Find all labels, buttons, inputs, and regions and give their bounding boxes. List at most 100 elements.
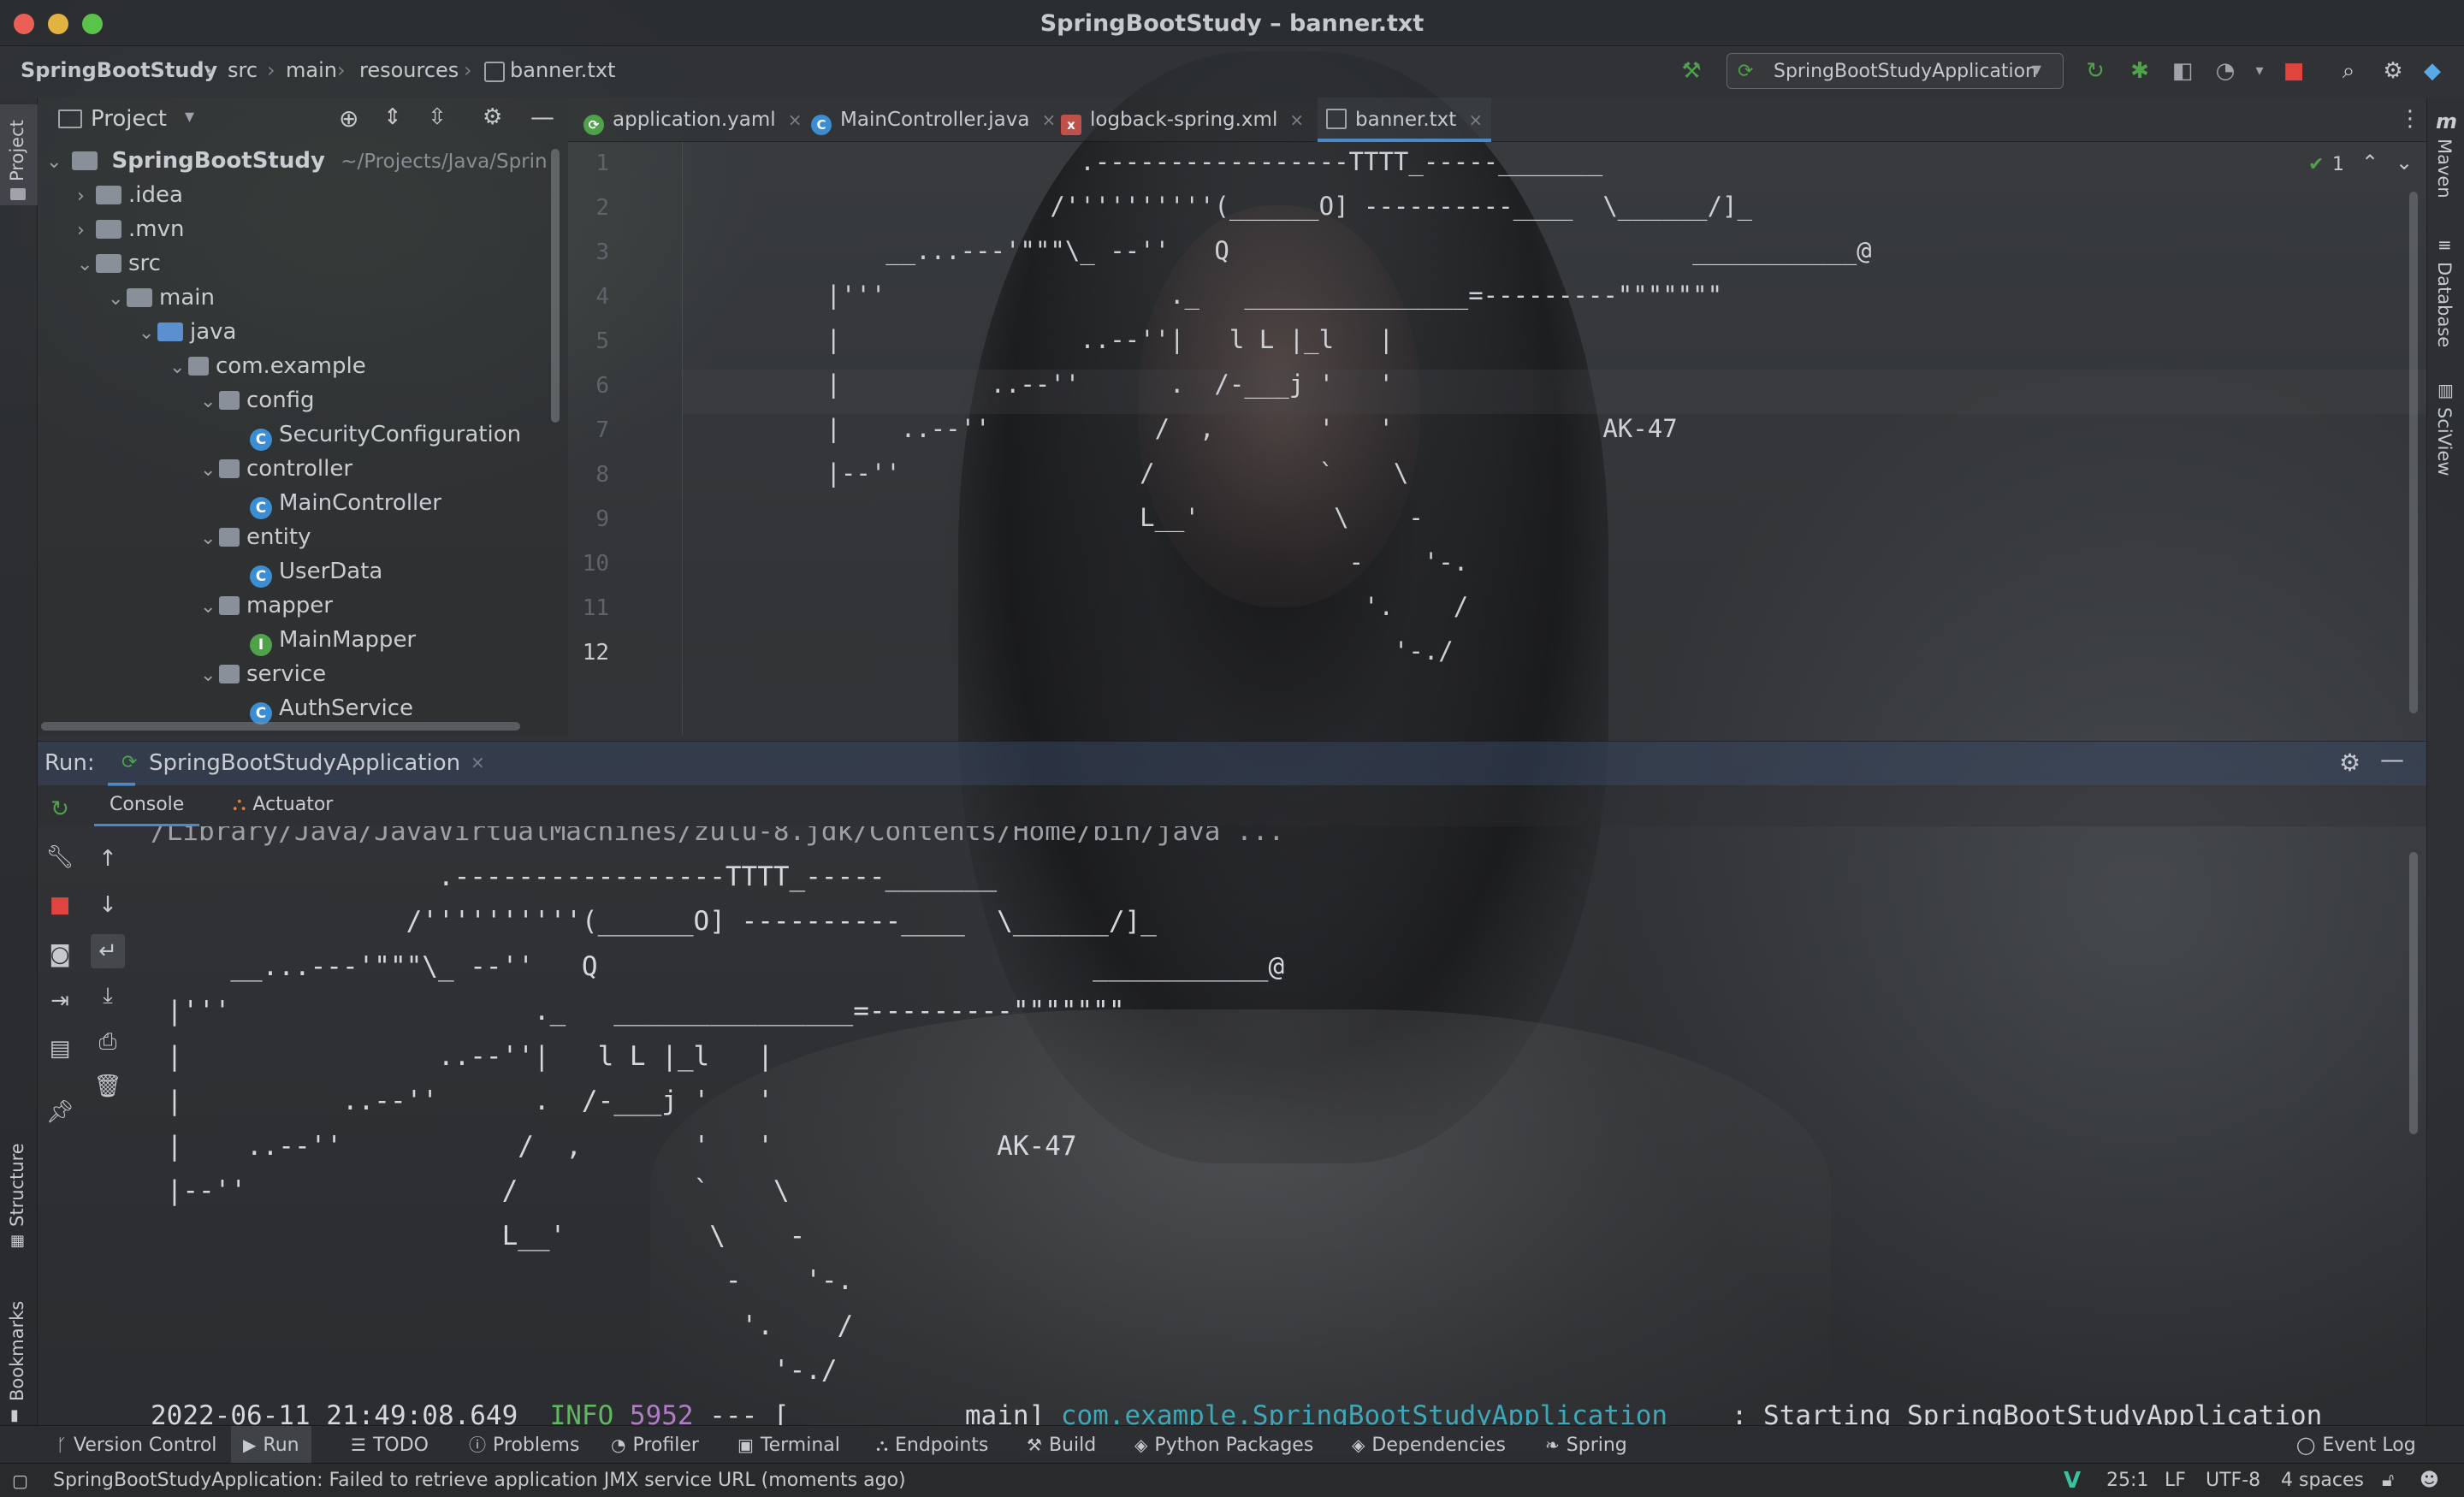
search-icon[interactable]: ⌕ (2334, 56, 2363, 86)
breadcrumb-file[interactable]: banner.txt (510, 58, 615, 82)
close-tab-icon[interactable]: × (1289, 109, 1304, 130)
tree-item[interactable]: ⌄ java (139, 315, 236, 349)
tree-item[interactable]: ⌄ config (200, 383, 315, 417)
layout-icon[interactable]: ▤ (43, 1032, 77, 1066)
tool-button-dependencies[interactable]: ◈ Dependencies (1352, 1426, 1506, 1464)
lock-icon[interactable]: 🔓︎ (2382, 1464, 2394, 1497)
event-log-button[interactable]: ◯ Event Log (2296, 1426, 2416, 1464)
settings-gear-icon[interactable]: ⚙ (483, 104, 502, 130)
indent-setting[interactable]: 4 spaces (2281, 1464, 2364, 1497)
file-encoding[interactable]: UTF-8 (2206, 1464, 2260, 1497)
breadcrumb-project[interactable]: SpringBootStudy (21, 58, 217, 82)
locate-file-icon[interactable]: ⊕ (339, 104, 358, 133)
jetbrains-logo-icon[interactable]: ◆ (2418, 56, 2447, 86)
rerun-icon[interactable]: ↻ (43, 792, 77, 826)
soft-wrap-icon[interactable]: ↵ (91, 934, 125, 968)
cursor-position[interactable]: 25:1 (2106, 1464, 2148, 1497)
tab-banner-txt[interactable]: banner.txt × (1318, 98, 1492, 142)
clear-all-trash-icon[interactable]: 🗑︎ (91, 1069, 125, 1104)
tab-actions-more-icon[interactable]: ⋮ (2399, 106, 2421, 132)
tab-logback-spring[interactable]: x logback-spring.xml × (1061, 98, 1304, 142)
rerun-icon[interactable]: ↻ (2081, 56, 2110, 86)
project-horizontal-scrollbar[interactable] (41, 722, 520, 731)
bookmarks-tool-button[interactable]: Bookmarks ▮ (0, 1278, 38, 1424)
structure-tool-button[interactable]: Structure ▦ (0, 1121, 38, 1250)
tool-button-terminal[interactable]: ▣ Terminal (737, 1426, 840, 1464)
hide-panel-icon[interactable]: — (530, 103, 554, 131)
debug-bug-icon[interactable]: ✱ (2125, 56, 2154, 86)
breadcrumb-main[interactable]: main (286, 58, 337, 82)
tree-item[interactable]: C AuthService (231, 691, 413, 725)
tree-item[interactable]: ⌄ com.example (169, 349, 366, 383)
close-tab-icon[interactable]: × (471, 752, 485, 772)
more-run-options-chevron-icon[interactable]: ▾ (2245, 56, 2274, 86)
tree-item[interactable]: ⌄ entity (200, 520, 311, 554)
tree-item[interactable]: ⌄ main (108, 281, 215, 315)
expand-all-icon[interactable]: ⇕ (383, 104, 402, 130)
tree-item[interactable]: › .mvn (77, 212, 184, 246)
tool-button-profiler[interactable]: ◔ Profiler (611, 1426, 699, 1464)
profile-icon[interactable]: ◔ (2211, 56, 2240, 86)
hide-panel-icon[interactable]: — (2380, 745, 2404, 773)
stop-icon[interactable]: ■ (2279, 56, 2308, 86)
breadcrumb-resources[interactable]: resources (359, 58, 459, 82)
collapse-all-icon[interactable]: ⇳ (428, 104, 447, 130)
project-tool-button[interactable]: Project (0, 104, 38, 205)
tool-button-endpoints[interactable]: ⛬ Endpoints (876, 1426, 988, 1464)
tree-root-project[interactable]: ⌄ SpringBootStudy ~/Projects/Java/Sprin (46, 144, 548, 178)
tool-button-spring[interactable]: ❧ Spring (1545, 1426, 1627, 1464)
arrow-down-icon[interactable]: ↓ (91, 888, 125, 922)
pin-tab-icon[interactable]: 📌︎ (43, 1095, 77, 1129)
tool-button-todo[interactable]: ☰ TODO (351, 1426, 429, 1464)
chevron-down-icon[interactable]: ▾ (185, 106, 194, 127)
vue-icon[interactable]: V (2064, 1464, 2081, 1497)
notifications-icon[interactable]: ☻ (2420, 1464, 2439, 1497)
tree-item[interactable]: ⌄ controller (200, 452, 352, 486)
coverage-icon[interactable]: ◧ (2168, 56, 2197, 86)
tool-button-version-control[interactable]: ᚴ Version Control (56, 1426, 216, 1464)
console-vertical-scrollbar[interactable] (2409, 852, 2418, 1134)
modify-run-config-wrench-icon[interactable]: 🔧︎ (43, 840, 77, 874)
tool-button-run[interactable]: ▶ Run (231, 1426, 311, 1464)
tab-main-controller[interactable]: C MainController.java × (811, 98, 1056, 142)
tree-item[interactable]: C SecurityConfiguration (231, 417, 521, 452)
stop-icon[interactable]: ■ (43, 888, 77, 922)
tool-button-python-packages[interactable]: ◈ Python Packages (1134, 1426, 1313, 1464)
sciview-tool-button[interactable]: SciView (2434, 407, 2455, 476)
editor-vertical-scrollbar[interactable] (2409, 192, 2418, 713)
tree-item[interactable]: I MainMapper (231, 623, 416, 657)
tree-item[interactable]: C MainController (231, 486, 441, 520)
scroll-to-end-icon[interactable]: ⤓ (91, 979, 125, 1013)
console-tab[interactable]: Console (94, 785, 200, 826)
code-content[interactable]: .-----------------TTTT_-----_______ /'''… (683, 142, 2426, 736)
close-tab-icon[interactable]: × (788, 109, 803, 130)
next-highlight-icon[interactable]: ⌄ (2396, 151, 2413, 175)
previous-highlight-icon[interactable]: ⌃ (2361, 151, 2378, 175)
build-hammer-icon[interactable]: ⚒ (1677, 56, 1706, 86)
tool-button-problems[interactable]: ⓘ Problems (469, 1426, 579, 1464)
print-icon[interactable]: ⎙ (91, 1025, 125, 1059)
tree-item[interactable]: › .idea (77, 178, 183, 212)
console-output[interactable]: /Library/Java/JavaVirtualMachines/zulu-8… (133, 826, 2426, 1425)
dump-threads-camera-icon[interactable]: ◙ (43, 938, 77, 972)
inspection-check-icon[interactable]: ✔ (2308, 154, 2324, 175)
status-message[interactable]: SpringBootStudyApplication: Failed to re… (53, 1464, 906, 1497)
arrow-up-icon[interactable]: ↑ (91, 842, 125, 876)
settings-gear-icon[interactable]: ⚙ (2339, 748, 2360, 777)
maven-tool-button[interactable]: Maven (2434, 139, 2455, 198)
line-separator[interactable]: LF (2165, 1464, 2186, 1497)
tab-application-yaml[interactable]: ⟳ application.yaml × (583, 98, 802, 142)
project-view-title[interactable]: Project (91, 106, 167, 132)
project-vertical-scrollbar[interactable] (551, 149, 560, 423)
actuator-tab[interactable]: ⛬ Actuator (221, 785, 345, 826)
run-config-tab[interactable]: ⟳ SpringBootStudyApplication × (108, 742, 485, 786)
inspection-count[interactable]: 1 (2332, 154, 2344, 175)
close-tab-icon[interactable]: × (1468, 109, 1483, 130)
close-tab-icon[interactable]: × (1041, 109, 1056, 130)
settings-gear-icon[interactable]: ⚙ (2378, 56, 2408, 86)
tree-item[interactable]: C UserData (231, 554, 382, 589)
tree-item[interactable]: ⌄ mapper (200, 589, 333, 623)
tree-item[interactable]: ⌄ service (200, 657, 326, 691)
database-tool-button[interactable]: Database (2434, 262, 2455, 347)
run-configuration-selector[interactable]: ⟳ SpringBootStudyApplication ▾ (1727, 53, 2064, 89)
